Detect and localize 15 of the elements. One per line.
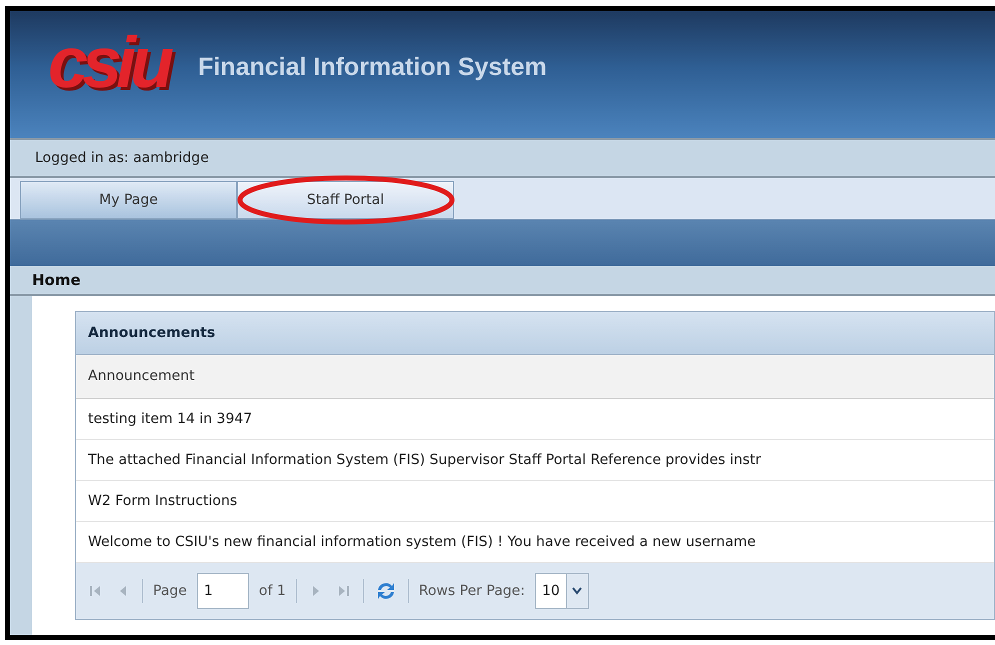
app-title: Financial Information System bbox=[198, 52, 547, 83]
table-cell: The attached Financial Information System (FIS) Supervisor Staff Portal Reference provides instr bbox=[76, 440, 994, 481]
page-label: Page bbox=[153, 582, 187, 600]
logged-in-label: Logged in as: aambridge bbox=[35, 148, 209, 168]
page-heading: Home bbox=[32, 270, 81, 291]
page-number-field[interactable]: 1 bbox=[196, 573, 249, 609]
rows-per-page-label: Rows Per Page: bbox=[418, 582, 525, 600]
caret-icon bbox=[572, 587, 582, 595]
column-header: Announcement bbox=[76, 355, 994, 399]
table-cell: testing item 14 in 3947 bbox=[76, 399, 994, 440]
table-cell: W2 Form Instructions bbox=[76, 481, 994, 522]
page-count-label: of 1 bbox=[258, 582, 286, 600]
tab[interactable]: My Page bbox=[20, 181, 237, 219]
rows-per-page-select[interactable]: 10 bbox=[535, 573, 589, 609]
panel-title: Announcements bbox=[76, 312, 994, 355]
